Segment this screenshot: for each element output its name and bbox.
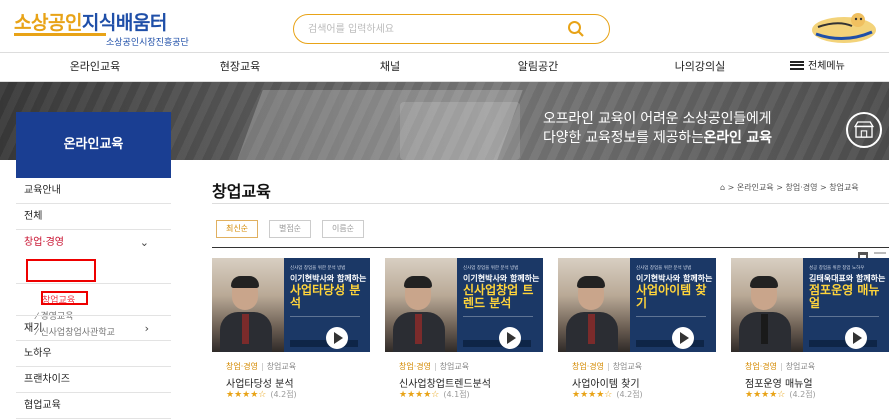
play-icon[interactable] [326,327,348,349]
star-icon: ★★★★☆ [572,390,613,400]
course-rating: ★★★★☆ (4.2점) [226,390,297,400]
thumbnail-divider [809,316,879,330]
instructor-photo [588,314,595,344]
thumbnail-caption: 신사업 창업을 위한 분석 방법 [636,266,692,271]
breadcrumb: ⌂ > 온라인교육 > 창업·경영 > 창업교육 [720,183,859,192]
sidebar-item-franchise[interactable]: 프랜차이즈 [16,367,171,393]
course-thumbnail[interactable]: 신사업 창업을 위한 분석 방법 이기현박사와 함께하는 사업타당성 분석 [212,258,370,352]
sort-tab-rating[interactable]: 별점순 [269,220,311,238]
course-category: 창업·경영 | 창업교육 [399,362,470,371]
mascot-icon[interactable] [808,10,880,46]
course-card[interactable]: 신사업 창업을 위한 분석 방법 이기현박사와 함께하는 신사업창업 트렌드 분… [385,258,543,403]
sidebar-item-education-guide[interactable]: 교육안내 [16,178,171,204]
search-input[interactable] [308,21,558,37]
sidebar-title: 온라인교육 [16,112,171,178]
site-logo[interactable]: 소상공인지식배움터 소상공인시장진흥공단 [14,8,204,48]
course-card[interactable]: 성공 창업을 위한 창업 노하우 김태욱대표와 함께하는 점포운영 매뉴얼 창업… [731,258,889,403]
nav-item-channel[interactable]: 채널 [340,53,440,81]
logo-subtitle: 소상공인시장진흥공단 [106,38,189,48]
site-header: 소상공인지식배움터 소상공인시장진흥공단 [0,0,889,52]
thumbnail-title: 사업타당성 분석 [290,283,361,310]
sort-tab-name[interactable]: 이름순 [322,220,364,238]
nav-item-field-education[interactable]: 현장교육 [190,53,290,81]
logo-underline [14,33,106,36]
search-icon[interactable] [567,20,585,38]
thumbnail-caption: 신사업 창업을 위한 분석 방법 [290,266,346,271]
instructor-photo [750,276,778,288]
course-category: 창업·경영 | 창업교육 [745,362,816,371]
sidebar-item-label: 창업·경영 [24,237,64,248]
nav-item-notice[interactable]: 알림공간 [483,53,593,81]
play-icon[interactable] [499,327,521,349]
chevron-down-icon: ⌄ [139,236,149,249]
sidebar-item-all[interactable]: 전체 [16,204,171,230]
course-card[interactable]: 신사업 창업을 위한 분석 방법 이기현박사와 함께하는 사업타당성 분석 창업… [212,258,370,403]
play-icon[interactable] [672,327,694,349]
divider [212,247,889,248]
thumbnail-title: 신사업창업 트렌드 분석 [463,283,534,310]
logo-text: 소상공인지식배움터 [14,12,167,34]
sort-tab-latest[interactable]: 최신순 [216,220,258,238]
thumbnail-title: 점포운영 매뉴얼 [809,283,880,310]
course-thumbnail[interactable]: 신사업 창업을 위한 분석 방법 이기현박사와 함께하는 사업아이템 찾기 [558,258,716,352]
course-thumbnail[interactable]: 성공 창업을 위한 창업 노하우 김태욱대표와 함께하는 점포운영 매뉴얼 [731,258,889,352]
thumbnail-footer [809,340,877,347]
thumbnail-caption: 신사업 창업을 위한 분석 방법 [463,266,519,271]
thumbnail-title: 사업아이템 찾기 [636,283,707,310]
all-menu-label: 전체메뉴 [808,61,845,72]
all-menu-button[interactable]: 전체메뉴 [790,53,845,81]
star-icon: ★★★★☆ [226,390,267,400]
instructor-photo [577,276,605,288]
thumbnail-divider [463,316,533,330]
highlight-box [26,259,96,282]
course-thumbnail[interactable]: 신사업 창업을 위한 분석 방법 이기현박사와 함께하는 신사업창업 트렌드 분… [385,258,543,352]
thumbnail-divider [290,316,360,330]
banner-text-line1: 오프라인 교육이 어려운 소상공인들에게 [543,111,772,127]
highlight-box [41,291,88,305]
thumbnail-footer [636,340,704,347]
sidebar-item-restart[interactable]: 재기 › [16,315,171,341]
instructor-photo [404,276,432,288]
nav-item-my-classroom[interactable]: 나의강의실 [645,53,755,81]
instructor-photo [415,314,422,344]
chevron-right-icon: › [144,322,149,335]
banner-photo-shape [400,102,520,160]
search-box [293,14,610,44]
menu-icon [790,60,804,70]
thumbnail-footer [290,340,358,347]
course-rating: ★★★★☆ (4.2점) [745,390,816,400]
instructor-photo [761,314,768,344]
main-nav: 온라인교육 현장교육 채널 알림공간 나의강의실 전체메뉴 [0,52,889,82]
instructor-photo [242,314,249,344]
sidebar-item-startup-management[interactable]: 창업·경영 ⌄ [16,230,171,256]
course-card[interactable]: 신사업 창업을 위한 분석 방법 이기현박사와 함께하는 사업아이템 찾기 창업… [558,258,716,403]
thumbnail-caption: 성공 창업을 위한 창업 노하우 [809,266,865,271]
course-title[interactable]: 사업타당성 분석 [226,375,294,390]
course-title[interactable]: 신사업창업트렌드분석 [399,375,491,390]
store-icon [846,112,882,148]
sidebar-item-label: 재기 [24,323,43,334]
course-category: 창업·경영 | 창업교육 [226,362,297,371]
instructor-photo [231,276,259,288]
course-rating: ★★★★☆ (4.1점) [399,390,470,400]
course-rating: ★★★★☆ (4.2점) [572,390,643,400]
page-title: 창업교육 [212,182,271,201]
nav-item-online-education[interactable]: 온라인교육 [40,53,150,81]
divider [212,203,889,204]
star-icon: ★★★★☆ [745,390,786,400]
course-title[interactable]: 점포운영 매뉴얼 [745,375,813,390]
course-title[interactable]: 사업아이템 찾기 [572,375,640,390]
thumbnail-footer [463,340,531,347]
sidebar-item-cooperation[interactable]: 협업교육 [16,393,171,419]
star-icon: ★★★★☆ [399,390,440,400]
thumbnail-divider [636,316,706,330]
play-icon[interactable] [845,327,867,349]
course-category: 창업·경영 | 창업교육 [572,362,643,371]
banner-text-line2: 다양한 교육정보를 제공하는온라인 교육 [543,130,772,146]
sidebar-item-knowhow[interactable]: 노하우 [16,341,171,367]
